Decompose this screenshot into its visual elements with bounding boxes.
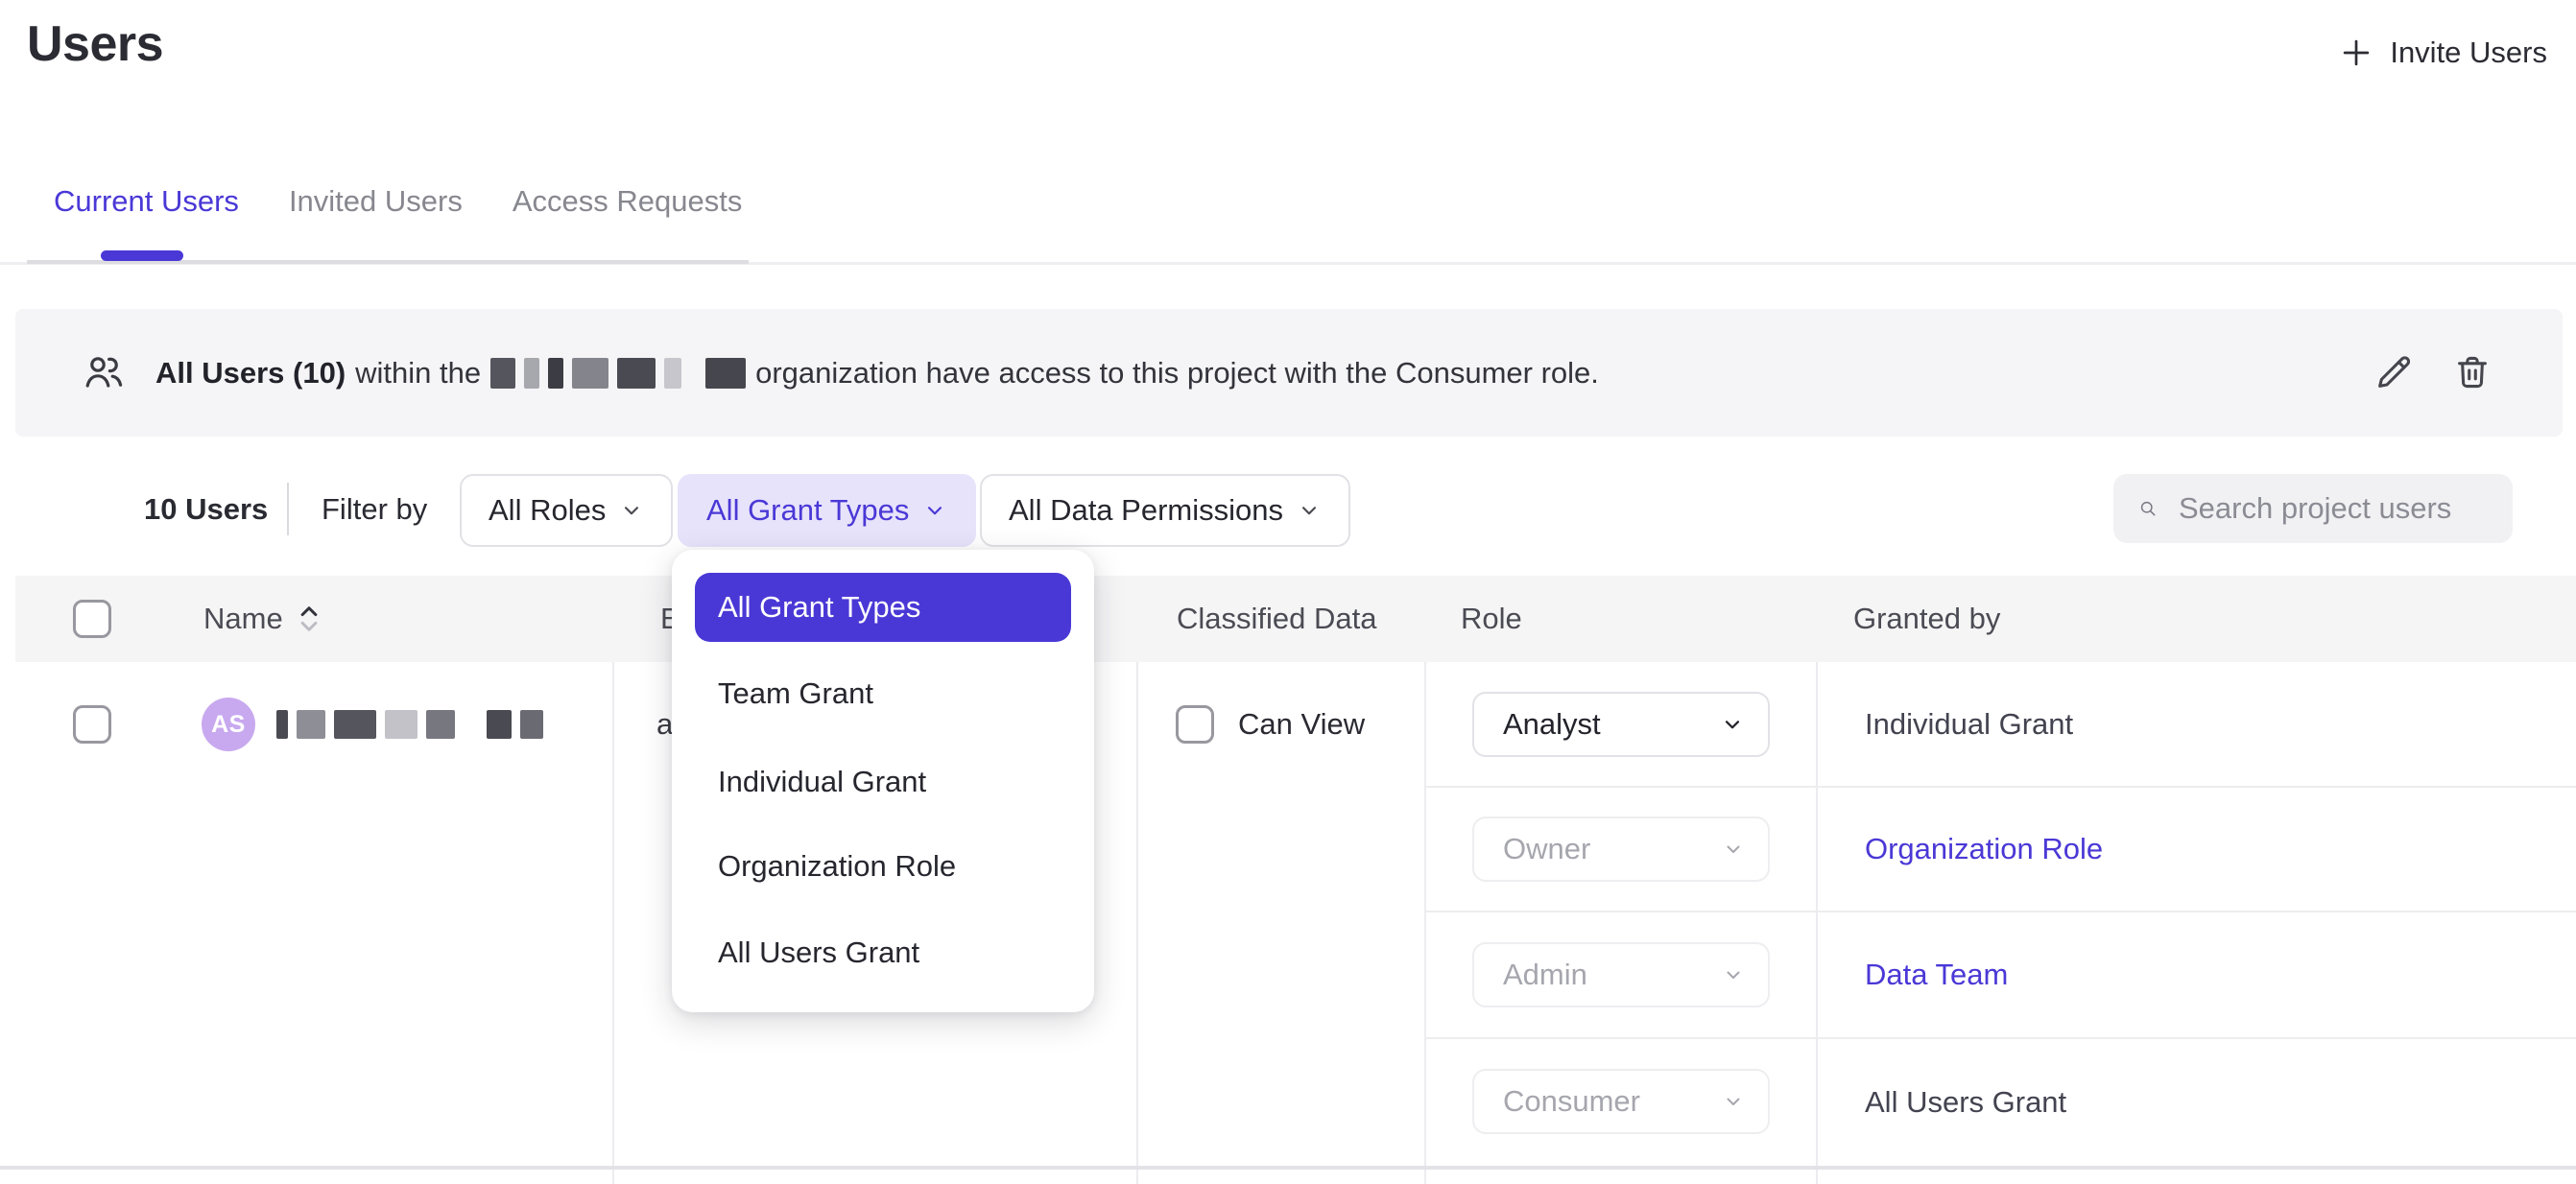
tab-bar: Current Users Invited Users Access Reque… [54,184,742,219]
role-select-value: Admin [1503,958,1587,992]
role-select-value: Analyst [1503,707,1601,742]
role-select-analyst[interactable]: Analyst [1472,692,1770,757]
column-divider [1136,1170,1138,1184]
avatar-initials: AS [211,711,246,739]
chevron-down-icon [1720,712,1745,737]
dropdown-item-organization-role[interactable]: Organization Role [718,849,956,884]
trash-icon [2450,350,2494,394]
toolbar-divider [287,483,289,535]
dropdown-item-team-grant[interactable]: Team Grant [718,676,873,711]
chevron-down-icon [619,498,644,523]
filter-all-data-permissions-label: All Data Permissions [1009,493,1283,528]
search-box [2113,474,2513,543]
dropdown-item-label: All Grant Types [718,590,920,625]
banner-post-text: organization have access to this project… [755,356,1599,391]
sort-icon[interactable] [297,600,322,638]
column-divider [1136,662,1138,1166]
column-divider [612,1170,614,1184]
chevron-down-icon [1297,498,1322,523]
page-title: Users [27,15,163,73]
pencil-icon [2372,350,2416,394]
filter-all-roles[interactable]: All Roles [460,474,673,547]
dropdown-item-individual-grant[interactable]: Individual Grant [718,765,926,799]
granted-by-link[interactable]: Data Team [1865,912,2008,1038]
table-header: Name Email Classified Data Role Granted … [15,576,2576,662]
chevron-down-icon [1722,963,1745,986]
group-divider [0,1166,2576,1170]
column-divider [1424,662,1426,1166]
filter-all-roles-label: All Roles [489,493,606,528]
select-all-checkbox[interactable] [73,600,111,638]
column-divider [1424,1170,1426,1184]
role-select-owner: Owner [1472,817,1770,882]
column-header-role: Role [1461,576,1522,662]
chevron-down-icon [922,498,947,523]
users-group-icon [81,349,127,400]
column-header-classified-data: Classified Data [1177,576,1376,662]
chevron-down-icon [1722,838,1745,861]
tab-access-requests[interactable]: Access Requests [513,184,743,219]
filter-by-label: Filter by [322,492,427,527]
tab-current-users[interactable]: Current Users [54,184,239,219]
redacted-user-name [276,710,543,739]
search-input[interactable] [2177,490,2488,527]
tab-invited-users[interactable]: Invited Users [289,184,463,219]
invite-users-button[interactable]: Invite Users [2338,35,2547,71]
plus-icon [2338,35,2374,71]
avatar: AS [202,698,255,751]
dropdown-item-all-grant-types[interactable]: All Grant Types [695,573,1071,642]
filter-all-grant-types-label: All Grant Types [706,493,909,528]
grant-types-dropdown: All Grant Types Team Grant Individual Gr… [672,550,1094,1012]
all-users-banner: All Users (10) within the organization h… [15,309,2563,437]
can-view-checkbox[interactable] [1176,705,1214,744]
row-checkbox[interactable] [73,705,111,744]
user-email-fragment: a [656,662,673,787]
column-divider [1816,662,1818,1166]
delete-banner-button[interactable] [2447,347,2497,397]
column-divider [1816,1170,1818,1184]
filter-all-grant-types[interactable]: All Grant Types [678,474,976,547]
column-header-name: Name [203,602,283,636]
banner-bold-text: All Users (10) [155,356,346,391]
banner-pre-text: within the [355,356,481,391]
dropdown-item-all-users-grant[interactable]: All Users Grant [718,935,919,970]
edit-banner-button[interactable] [2369,347,2419,397]
filter-all-data-permissions[interactable]: All Data Permissions [980,474,1350,547]
can-view-label: Can View [1238,662,1365,787]
active-tab-indicator [101,250,183,261]
column-divider [612,662,614,1166]
search-icon [2138,491,2158,526]
granted-by-value: Individual Grant [1865,662,2073,787]
user-count: 10 Users [144,492,268,527]
role-select-consumer: Consumer [1472,1069,1770,1134]
users-page: Users Invite Users Current Users Invited… [0,0,2576,1184]
granted-by-link[interactable]: Organization Role [1865,787,2103,912]
granted-by-value: All Users Grant [1865,1038,2066,1166]
invite-users-label: Invite Users [2390,36,2547,70]
role-select-value: Owner [1503,832,1590,866]
role-select-admin: Admin [1472,942,1770,1007]
column-header-granted-by: Granted by [1853,576,2000,662]
chevron-down-icon [1722,1090,1745,1113]
redacted-org-name [490,358,746,389]
banner-text: All Users (10) within the organization h… [155,309,1599,437]
role-select-value: Consumer [1503,1084,1640,1119]
